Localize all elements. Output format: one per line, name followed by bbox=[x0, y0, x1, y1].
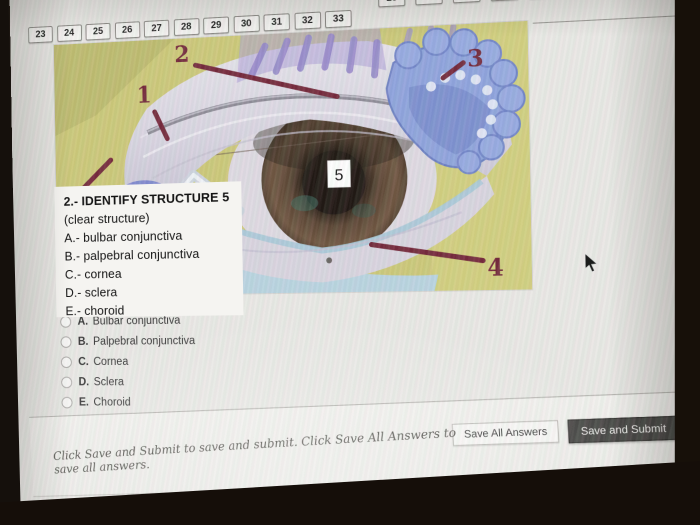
radio-button-icon[interactable] bbox=[61, 396, 73, 408]
option-label: Choroid bbox=[93, 396, 131, 409]
question-nav-button[interactable]: 23 bbox=[28, 25, 53, 44]
question-text-box: 2.- IDENTIFY STRUCTURE 5 (clear structur… bbox=[54, 181, 244, 319]
question-nav-button[interactable]: 31 bbox=[263, 13, 290, 32]
question-nav-button[interactable]: 28 bbox=[173, 18, 200, 37]
question-choice-d: D.- sclera bbox=[65, 284, 118, 300]
question-nav-button[interactable]: 24 bbox=[56, 24, 82, 43]
content-top-divider bbox=[532, 14, 693, 24]
save-and-submit-button[interactable]: Save and Submit bbox=[567, 415, 680, 444]
radio-button-icon[interactable] bbox=[60, 355, 72, 368]
figure-label-4: 4 bbox=[487, 254, 504, 282]
question-nav-button[interactable]: 27 bbox=[143, 19, 170, 38]
question-nav-button[interactable]: 15 bbox=[378, 0, 406, 8]
answer-option-c[interactable]: C. Cornea bbox=[60, 351, 196, 372]
option-letter: C. bbox=[78, 355, 89, 368]
option-label: Cornea bbox=[93, 355, 129, 368]
quiz-screen: 15 16 17 18 19 20 21 22 23 24 25 26 27 2… bbox=[9, 0, 700, 525]
answer-options: A. Bulbar conjunctiva B. Palpebral conju… bbox=[60, 310, 196, 413]
laptop-photo: 15 16 17 18 19 20 21 22 23 24 25 26 27 2… bbox=[0, 0, 700, 525]
option-label: Palpebral conjunctiva bbox=[92, 334, 196, 348]
figure-label-2: 2 bbox=[174, 41, 190, 68]
answer-option-b[interactable]: B. Palpebral conjunctiva bbox=[60, 330, 195, 351]
question-pagination-row-1: 15 16 17 18 19 20 21 22 bbox=[378, 0, 676, 8]
figure-label-5: 5 bbox=[334, 167, 343, 185]
option-letter: E. bbox=[78, 396, 89, 408]
question-nav-button[interactable]: 18 bbox=[490, 0, 519, 2]
question-nav-button[interactable]: 17 bbox=[452, 0, 481, 4]
footer-instruction: Click Save and Submit to save and submit… bbox=[52, 425, 457, 477]
radio-button-icon[interactable] bbox=[61, 376, 73, 388]
figure-label-3: 3 bbox=[467, 45, 484, 73]
radio-button-icon[interactable] bbox=[60, 335, 72, 348]
question-nav-button[interactable]: 30 bbox=[233, 14, 260, 33]
question-choice-e: E.- choroid bbox=[65, 302, 125, 319]
question-nav-button[interactable]: 26 bbox=[114, 21, 140, 40]
option-letter: B. bbox=[77, 335, 89, 348]
question-nav-button[interactable]: 16 bbox=[415, 0, 443, 6]
question-nav-button[interactable]: 25 bbox=[85, 22, 111, 41]
mouse-cursor-icon bbox=[584, 253, 599, 274]
option-letter: D. bbox=[78, 376, 90, 388]
question-nav-button[interactable]: 33 bbox=[324, 9, 352, 29]
save-all-answers-button[interactable]: Save All Answers bbox=[452, 419, 560, 447]
option-label: Sclera bbox=[93, 376, 124, 388]
figure-label-1: 1 bbox=[136, 82, 151, 109]
answer-option-e[interactable]: E. Choroid bbox=[61, 392, 196, 413]
question-nav-button[interactable]: 32 bbox=[294, 11, 321, 30]
answer-option-d[interactable]: D. Sclera bbox=[61, 371, 196, 392]
content-right-border bbox=[692, 14, 700, 422]
question-nav-button[interactable]: 29 bbox=[203, 16, 230, 35]
